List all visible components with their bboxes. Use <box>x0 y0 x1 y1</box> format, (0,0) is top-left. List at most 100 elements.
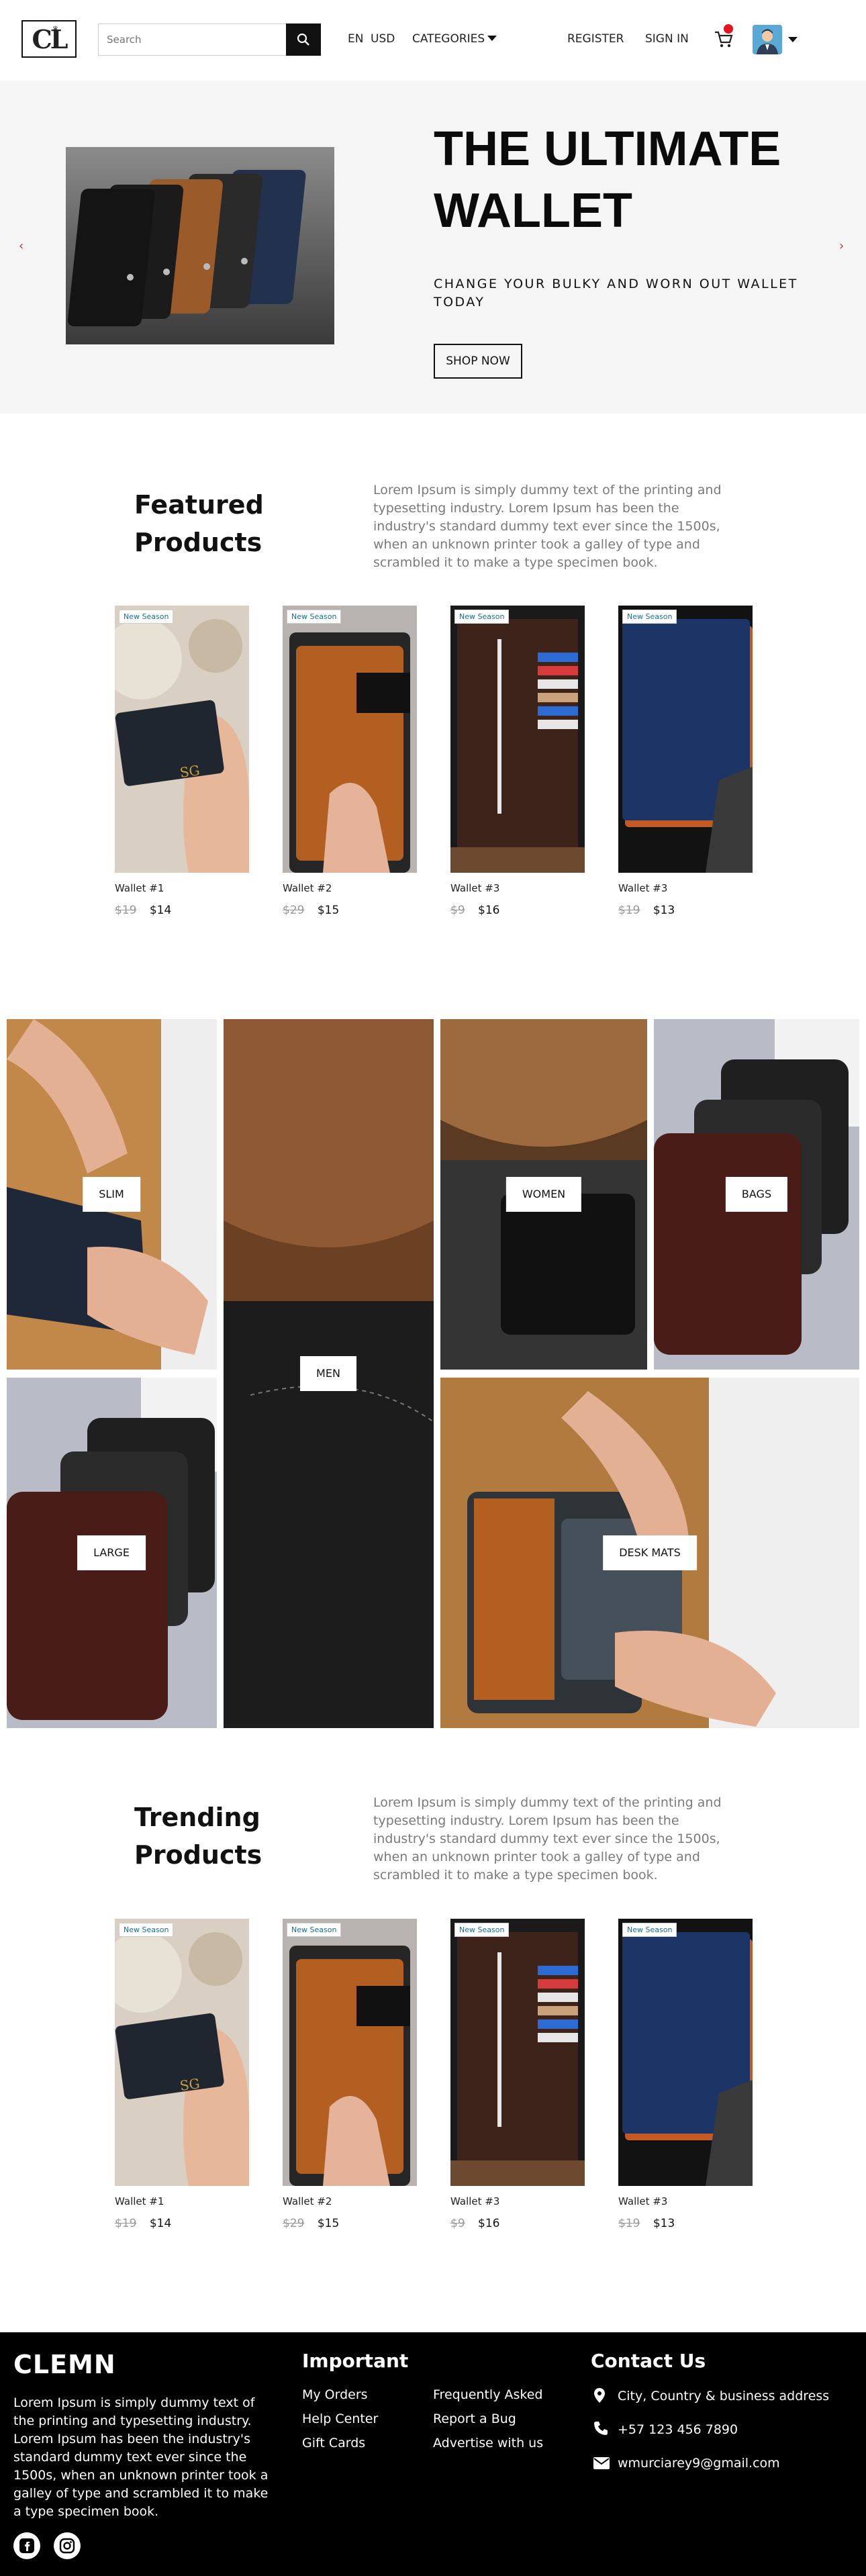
new-season-badge: New Season <box>622 610 677 624</box>
product-name[interactable]: Wallet #2 <box>283 882 417 894</box>
product-name[interactable]: Wallet #1 <box>115 2195 249 2207</box>
old-price: $19 <box>618 904 640 917</box>
product-name[interactable]: Wallet #1 <box>115 882 249 894</box>
account-chevron-down-icon[interactable] <box>788 37 798 42</box>
category-tile-bags[interactable]: BAGS <box>654 1019 859 1370</box>
prev-slide-icon[interactable]: ‹ <box>19 239 23 253</box>
instagram-icon[interactable] <box>54 2532 81 2559</box>
trending-title: Trending Products <box>134 1799 262 1874</box>
search-input[interactable] <box>98 23 286 56</box>
product-image[interactable]: New Season <box>618 606 753 873</box>
new-season-badge: New Season <box>287 1923 342 1937</box>
footer-brand: CLEMN <box>13 2350 116 2379</box>
register-link[interactable]: REGISTER <box>567 32 624 46</box>
search-button[interactable] <box>286 23 321 56</box>
product-name[interactable]: Wallet #3 <box>618 2195 753 2207</box>
category-label: LARGE <box>77 1535 146 1570</box>
contact-heading: Contact Us <box>591 2350 706 2372</box>
product-image[interactable]: New Season <box>283 1919 417 2186</box>
current-price: $13 <box>653 2217 675 2230</box>
cart-badge <box>724 24 733 34</box>
old-price: $9 <box>450 904 465 917</box>
product-image[interactable]: New Season <box>450 606 585 873</box>
product-prices: $9 $16 <box>450 2217 585 2230</box>
current-price: $16 <box>478 2217 500 2230</box>
shop-now-button[interactable]: SHOP NOW <box>434 344 522 379</box>
svg-text:SG: SG <box>179 762 201 781</box>
hero-title: THE ULTIMATE WALLET <box>434 118 836 242</box>
contact-address: City, Country & business address <box>618 2389 830 2403</box>
hero-title-line1: THE ULTIMATE <box>434 122 781 176</box>
contact-phone[interactable]: +57 123 456 7890 <box>618 2422 738 2437</box>
product-card[interactable]: New Season Wallet #2 $29 $15 <box>283 1919 417 2230</box>
product-image[interactable]: New Season <box>450 1919 585 2186</box>
category-tile-large[interactable]: LARGE <box>7 1378 217 1728</box>
category-tile-slim[interactable]: SLIM <box>7 1019 217 1370</box>
product-prices: $9 $16 <box>450 904 585 917</box>
footer-link-faq[interactable]: Frequently Asked <box>433 2387 542 2402</box>
logo[interactable]: ♛ CL <box>21 20 77 58</box>
signin-link[interactable]: SIGN IN <box>645 32 689 46</box>
footer-link-my-orders[interactable]: My Orders <box>302 2387 368 2402</box>
search-bar <box>98 23 321 56</box>
categories-menu[interactable]: CATEGORIES <box>412 32 485 46</box>
important-heading: Important <box>302 2350 409 2372</box>
next-slide-icon[interactable]: › <box>839 239 844 253</box>
hero-subtitle: CHANGE YOUR BULKY AND WORN OUT WALLET TO… <box>434 277 798 309</box>
old-price: $29 <box>283 2217 305 2230</box>
user-avatar-icon <box>753 25 782 54</box>
old-price: $9 <box>450 2217 465 2230</box>
category-tile-desk-mats[interactable]: DESK MATS <box>440 1378 859 1728</box>
old-price: $29 <box>283 904 305 917</box>
new-season-badge: New Season <box>287 610 342 624</box>
product-card[interactable]: SG New Season Wallet #1 $19 $14 <box>115 606 249 917</box>
product-card[interactable]: New Season Wallet #3 $9 $16 <box>450 1919 585 2230</box>
currency-selector[interactable]: USD <box>371 32 395 46</box>
current-price: $13 <box>653 904 675 917</box>
logo-text: CL <box>32 23 68 54</box>
product-name[interactable]: Wallet #3 <box>618 882 753 894</box>
svg-text:SG: SG <box>179 2075 201 2094</box>
product-card[interactable]: SG New Season Wallet #1 $19 $14 <box>115 1919 249 2230</box>
category-label: DESK MATS <box>603 1535 697 1570</box>
product-card[interactable]: New Season Wallet #3 $9 $16 <box>450 606 585 917</box>
footer-link-advertise[interactable]: Advertise with us <box>433 2436 543 2450</box>
trending-title-line2: Products <box>134 1840 262 1870</box>
avatar[interactable] <box>753 25 782 54</box>
product-prices: $19 $13 <box>618 904 753 917</box>
footer-about: Lorem Ipsum is simply dummy text of the … <box>13 2395 269 2519</box>
product-image[interactable]: SG New Season <box>115 1919 249 2186</box>
chevron-down-icon[interactable] <box>487 36 497 41</box>
site-header: ♛ CL EN USD CATEGORIES REGISTER SIGN IN <box>0 0 866 81</box>
contact-email[interactable]: wmurciarey9@gmail.com <box>618 2456 780 2471</box>
old-price: $19 <box>115 2217 137 2230</box>
product-image[interactable]: SG New Season <box>115 606 249 873</box>
current-price: $15 <box>317 904 340 917</box>
product-name[interactable]: Wallet #2 <box>283 2195 417 2207</box>
product-name[interactable]: Wallet #3 <box>450 882 585 894</box>
category-label: WOMEN <box>506 1177 582 1212</box>
product-prices: $19 $14 <box>115 2217 249 2230</box>
current-price: $15 <box>317 2217 340 2230</box>
language-selector[interactable]: EN <box>348 32 363 46</box>
footer-link-report-bug[interactable]: Report a Bug <box>433 2412 516 2426</box>
product-image[interactable]: New Season <box>283 606 417 873</box>
footer-link-help-center[interactable]: Help Center <box>302 2412 378 2426</box>
product-card[interactable]: New Season Wallet #2 $29 $15 <box>283 606 417 917</box>
product-prices: $19 $13 <box>618 2217 753 2230</box>
category-tile-men[interactable]: MEN <box>224 1019 434 1728</box>
old-price: $19 <box>618 2217 640 2230</box>
site-footer: CLEMN Lorem Ipsum is simply dummy text o… <box>0 2332 866 2576</box>
search-icon <box>297 33 309 46</box>
product-image[interactable]: New Season <box>618 1919 753 2186</box>
trending-description: Lorem Ipsum is simply dummy text of the … <box>373 1795 722 1882</box>
facebook-icon[interactable] <box>13 2532 40 2559</box>
phone-icon <box>594 2422 608 2435</box>
crown-icon: ♛ <box>52 26 58 33</box>
category-tile-women[interactable]: WOMEN <box>440 1019 647 1370</box>
product-card[interactable]: New Season Wallet #3 $19 $13 <box>618 1919 753 2230</box>
product-card[interactable]: New Season Wallet #3 $19 $13 <box>618 606 753 917</box>
product-name[interactable]: Wallet #3 <box>450 2195 585 2207</box>
product-prices: $19 $14 <box>115 904 249 917</box>
footer-link-gift-cards[interactable]: Gift Cards <box>302 2436 365 2450</box>
